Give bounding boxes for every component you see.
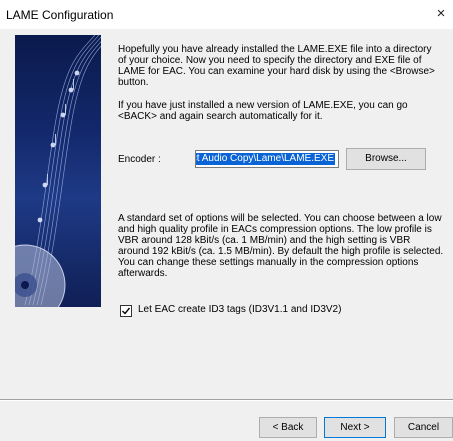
options-description: A standard set of options will be select…: [118, 213, 444, 279]
encoder-label: Encoder :: [118, 154, 161, 165]
id3-tags-label[interactable]: Let EAC create ID3 tags (ID3V1.1 and ID3…: [138, 304, 341, 315]
encoder-path-input[interactable]: act Audio Copy\Lame\LAME.EXE: [195, 150, 339, 168]
encoder-path-value: act Audio Copy\Lame\LAME.EXE: [196, 153, 335, 165]
id3-tags-checkbox[interactable]: [120, 305, 132, 317]
window-title: LAME Configuration: [6, 8, 114, 22]
close-icon[interactable]: ×: [431, 5, 451, 23]
intro-text: Hopefully you have already installed the…: [118, 44, 435, 88]
checkmark-icon: [122, 307, 131, 315]
back-button[interactable]: < Back: [259, 417, 317, 438]
title-bar: LAME Configuration ×: [0, 0, 453, 29]
footer-divider-highlight: [0, 400, 453, 401]
browse-button[interactable]: Browse...: [346, 148, 426, 170]
art-graphic: [15, 35, 101, 307]
back-hint-text: If you have just installed a new version…: [118, 100, 408, 122]
cancel-button[interactable]: Cancel: [394, 417, 453, 438]
music-score-cd-art: [15, 35, 101, 307]
next-button[interactable]: Next >: [324, 417, 386, 438]
